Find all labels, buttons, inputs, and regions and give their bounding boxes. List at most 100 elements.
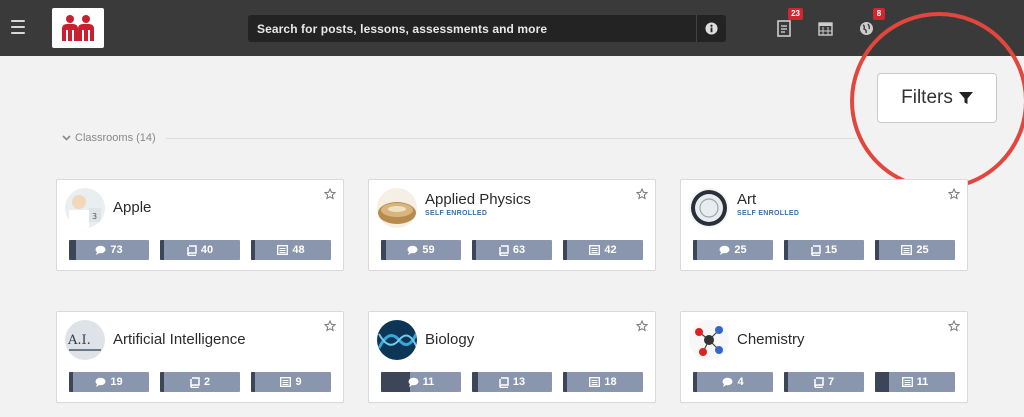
calendar-icon[interactable] — [814, 17, 836, 39]
classroom-card[interactable]: Chemistry 4 7 11 — [680, 311, 968, 403]
stat-progress-fill — [693, 240, 697, 260]
stat-progress-fill — [381, 372, 410, 392]
lessons-count-button[interactable]: 63 — [472, 240, 552, 260]
book-icon — [187, 244, 197, 256]
comments-count-button[interactable]: 59 — [381, 240, 461, 260]
filters-button[interactable]: Filters — [877, 73, 997, 123]
biology-classroom-thumbnail — [377, 320, 417, 360]
classroom-stats: 19 2 9 — [69, 372, 331, 392]
stat-value: 15 — [824, 244, 838, 256]
stat-value: 40 — [200, 244, 214, 256]
enrollment-status: SELF ENROLLED — [737, 210, 800, 217]
list-icon — [901, 377, 913, 387]
stat-progress-fill — [875, 240, 879, 260]
info-icon[interactable] — [696, 15, 726, 42]
posts-icon[interactable]: 23 — [773, 8, 803, 39]
book-icon — [499, 376, 509, 388]
stat-progress-fill — [563, 240, 567, 260]
classroom-card[interactable]: Applied Physics SELF ENROLLED 59 63 42 — [368, 179, 656, 271]
classroom-stats: 11 13 18 — [381, 372, 643, 392]
classroom-card[interactable]: Art SELF ENROLLED 25 15 25 — [680, 179, 968, 271]
apple-classroom-thumbnail: 3 — [65, 188, 105, 228]
classroom-title[interactable]: Applied Physics — [425, 191, 531, 208]
stat-value: 25 — [916, 244, 929, 256]
chevron-down-icon — [62, 135, 71, 141]
stat-value: 59 — [422, 244, 435, 256]
lessons-count-button[interactable]: 15 — [784, 240, 864, 260]
stat-progress-fill — [160, 372, 164, 392]
assessments-count-button[interactable]: 18 — [563, 372, 643, 392]
classroom-stats: 4 7 11 — [693, 372, 955, 392]
lessons-count-button[interactable]: 2 — [160, 372, 240, 392]
stat-value: 11 — [916, 376, 929, 388]
comments-count-button[interactable]: 73 — [69, 240, 149, 260]
svg-text:A.I.: A.I. — [67, 333, 91, 348]
classrooms-section-toggle[interactable]: Classrooms (14) — [62, 132, 156, 144]
star-icon[interactable] — [635, 187, 649, 205]
assessments-count-button[interactable]: 25 — [875, 240, 955, 260]
svg-text:3: 3 — [92, 212, 97, 221]
classroom-stats: 59 63 42 — [381, 240, 643, 260]
classroom-title[interactable]: Art — [737, 191, 756, 208]
list-icon — [589, 245, 601, 255]
search-input[interactable]: Search for posts, lessons, assessments a… — [248, 15, 726, 42]
comment-icon — [719, 245, 730, 255]
chemistry-classroom-thumbnail — [689, 320, 729, 360]
book-icon — [499, 244, 509, 256]
lessons-count-button[interactable]: 13 — [472, 372, 552, 392]
stat-progress-fill — [69, 240, 76, 260]
star-icon[interactable] — [635, 319, 649, 337]
menu-icon[interactable] — [11, 20, 25, 34]
logo-icon — [62, 15, 94, 41]
posts-badge: 23 — [788, 8, 803, 20]
stat-progress-fill — [472, 240, 476, 260]
stat-progress-fill — [784, 372, 788, 392]
comments-count-button[interactable]: 4 — [693, 372, 773, 392]
classroom-title[interactable]: Chemistry — [737, 331, 805, 348]
assessments-count-button[interactable]: 42 — [563, 240, 643, 260]
alerts-badge: 8 — [873, 8, 885, 20]
stat-progress-fill — [875, 372, 889, 392]
assessments-count-button[interactable]: 11 — [875, 372, 955, 392]
star-icon[interactable] — [323, 319, 337, 337]
stat-progress-fill — [784, 240, 788, 260]
classroom-title[interactable]: Artificial Intelligence — [113, 331, 246, 348]
star-icon[interactable] — [947, 319, 961, 337]
art-classroom-thumbnail — [689, 188, 729, 228]
comment-icon — [95, 245, 106, 255]
classroom-card[interactable]: Biology 11 13 18 — [368, 311, 656, 403]
star-icon[interactable] — [323, 187, 337, 205]
classroom-stats: 25 15 25 — [693, 240, 955, 260]
lessons-count-button[interactable]: 40 — [160, 240, 240, 260]
comments-count-button[interactable]: 25 — [693, 240, 773, 260]
classroom-stats: 73 40 48 — [69, 240, 331, 260]
assessments-count-button[interactable]: 9 — [251, 372, 331, 392]
book-icon — [811, 244, 821, 256]
classroom-title[interactable]: Apple — [113, 199, 151, 216]
enrollment-status: SELF ENROLLED — [425, 210, 488, 217]
list-icon — [589, 377, 601, 387]
lessons-count-button[interactable]: 7 — [784, 372, 864, 392]
stat-progress-fill — [69, 372, 73, 392]
stat-value: 73 — [110, 244, 123, 256]
book-icon — [814, 376, 824, 388]
classroom-card[interactable]: A.I. Artificial Intelligence 19 2 9 — [56, 311, 344, 403]
stat-value: 2 — [203, 376, 211, 388]
stat-value: 11 — [422, 376, 435, 388]
book-icon — [190, 376, 200, 388]
stat-value: 42 — [604, 244, 617, 256]
stat-value: 4 — [737, 376, 744, 388]
assessments-count-button[interactable]: 48 — [251, 240, 331, 260]
section-divider — [166, 138, 856, 139]
filter-icon — [958, 92, 973, 104]
classroom-title[interactable]: Biology — [425, 331, 474, 348]
artificial-intelligence-classroom-thumbnail: A.I. — [65, 320, 105, 360]
list-icon — [280, 377, 292, 387]
filters-label: Filters — [901, 87, 953, 108]
classroom-card[interactable]: 3 Apple 73 40 48 — [56, 179, 344, 271]
globe-icon[interactable]: 8 — [855, 8, 885, 39]
comments-count-button[interactable]: 19 — [69, 372, 149, 392]
comments-count-button[interactable]: 11 — [381, 372, 461, 392]
app-logo[interactable] — [52, 8, 104, 48]
star-icon[interactable] — [947, 187, 961, 205]
